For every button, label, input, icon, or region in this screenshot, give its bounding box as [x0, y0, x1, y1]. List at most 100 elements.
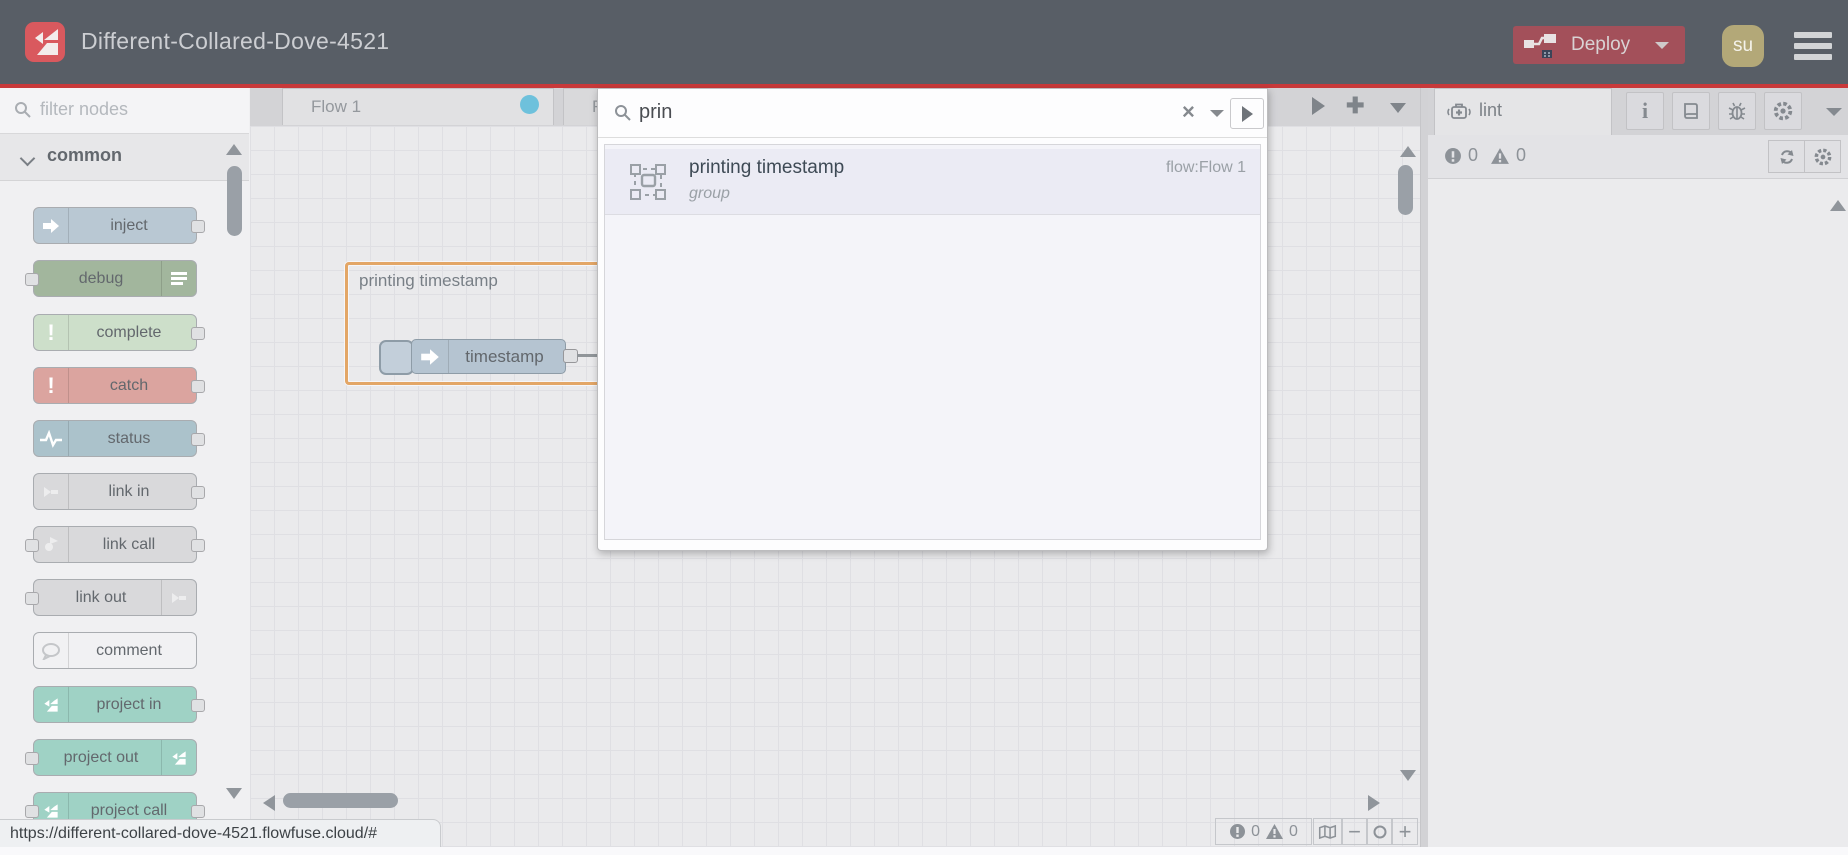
lint-error-count: 0 [1444, 145, 1478, 166]
output-port[interactable] [563, 349, 578, 363]
canvas-hscrollbar-thumb[interactable] [283, 793, 398, 808]
deploy-button[interactable]: Deploy [1513, 26, 1685, 64]
search-icon [615, 105, 631, 121]
tab-scroll-right-icon[interactable] [1312, 97, 1325, 115]
sidebar-tab-lint[interactable]: lint [1434, 88, 1612, 135]
canvas-scroll-right-icon[interactable] [1368, 795, 1380, 811]
sidebar-help-button[interactable] [1672, 92, 1710, 130]
node-red-editor: Different-Collared-Dove-4521 Deploy su f… [0, 0, 1848, 855]
right-sidebar: lint i 0 0 [1428, 88, 1848, 855]
error-circle-icon [1230, 824, 1246, 839]
palette-category-common[interactable]: common [0, 134, 249, 181]
palette-node-project-out[interactable]: project out [25, 739, 197, 776]
lint-summary-bar: 0 0 [1428, 135, 1848, 179]
zoom-in-button[interactable]: + [1392, 818, 1418, 845]
status-url: https://different-collared-dove-4521.flo… [10, 825, 378, 842]
browser-edge [0, 847, 1848, 855]
main-menu-button[interactable] [1794, 32, 1832, 60]
search-options-caret-icon[interactable] [1210, 110, 1224, 124]
palette-node-status[interactable]: status [33, 420, 205, 457]
search-next-button[interactable] [1230, 98, 1264, 129]
input-port[interactable] [25, 591, 39, 605]
deploy-options-caret-icon[interactable] [1655, 42, 1669, 56]
flow-list-caret-icon[interactable] [1390, 103, 1406, 113]
inject-trigger-button[interactable] [379, 340, 414, 375]
flowfuse-logo-glyph [35, 29, 58, 55]
canvas-scroll-up-icon[interactable] [1400, 146, 1416, 157]
search-query-text: prin [639, 101, 673, 123]
palette-node-inject[interactable]: inject [33, 207, 205, 244]
instance-title: Different-Collared-Dove-4521 [81, 28, 390, 54]
input-port[interactable] [25, 751, 39, 765]
lint-refresh-button[interactable] [1768, 140, 1805, 173]
output-port[interactable] [191, 485, 205, 499]
palette-filter-placeholder: filter nodes [40, 99, 129, 119]
deploy-icon [1524, 34, 1556, 58]
exclamation-icon: ! [34, 368, 69, 403]
output-port[interactable] [191, 698, 205, 712]
palette-node-link-in[interactable]: link in [33, 473, 205, 510]
info-icon: i [1641, 98, 1649, 123]
palette-node-catch[interactable]: ! catch [33, 367, 205, 404]
output-port[interactable] [191, 804, 205, 818]
zoom-out-button[interactable]: − [1342, 818, 1367, 845]
palette-node-complete[interactable]: ! complete [33, 314, 205, 351]
palette-filter-input[interactable]: filter nodes [0, 88, 249, 134]
lint-warning-count: 0 [1490, 145, 1526, 166]
gear-icon [1814, 148, 1831, 165]
zoom-reset-button[interactable] [1367, 818, 1392, 845]
lint-settings-button[interactable] [1804, 140, 1841, 173]
warning-triangle-icon [1266, 824, 1283, 839]
add-flow-button[interactable]: ✚ [1346, 94, 1364, 118]
sidebar-tab-bar: lint i [1428, 88, 1848, 136]
inject-arrow-icon [412, 340, 449, 373]
input-port[interactable] [25, 272, 39, 286]
canvas-vscrollbar-thumb[interactable] [1398, 165, 1413, 215]
user-avatar[interactable]: su [1722, 25, 1764, 67]
book-icon [1684, 103, 1698, 119]
palette-node-link-out[interactable]: link out [25, 579, 197, 616]
canvas-notification-counts[interactable]: 0 0 [1215, 818, 1312, 845]
palette-node-project-in[interactable]: project in [33, 686, 205, 723]
output-port[interactable] [191, 219, 205, 233]
output-port[interactable] [191, 432, 205, 446]
output-port[interactable] [191, 379, 205, 393]
result-flow-ref: flow:Flow 1 [1165, 159, 1246, 176]
palette-scrollbar-thumb[interactable] [227, 166, 242, 236]
result-title: printing timestamp [689, 157, 845, 178]
navigator-button[interactable] [1313, 818, 1342, 845]
flowfuse-icon [161, 740, 196, 775]
palette-node-link-call[interactable]: link call [25, 526, 205, 563]
palette-node-comment[interactable]: comment [33, 632, 197, 669]
search-dialog: prin × printing timestamp flow:Flow 1 gr… [597, 88, 1268, 551]
link-arrow-icon [34, 474, 69, 509]
inject-arrow-icon [34, 208, 69, 243]
output-port[interactable] [191, 326, 205, 340]
palette-node-debug[interactable]: debug [25, 260, 197, 297]
sidebar-info-button[interactable]: i [1626, 92, 1664, 130]
input-port[interactable] [25, 804, 39, 818]
sidebar-options-caret-icon[interactable] [1826, 108, 1842, 124]
flowfuse-icon [34, 687, 69, 722]
inject-node-timestamp[interactable]: timestamp [411, 339, 566, 374]
palette-scroll-down-icon[interactable] [226, 788, 242, 799]
browser-status-bubble: https://different-collared-dove-4521.flo… [0, 819, 441, 848]
header-bar: Different-Collared-Dove-4521 Deploy su [0, 0, 1848, 84]
comment-bubble-icon [34, 633, 69, 668]
output-port[interactable] [191, 538, 205, 552]
menu-bar-icon [1794, 54, 1832, 60]
canvas-scroll-left-icon[interactable] [263, 795, 275, 811]
bug-icon [1728, 102, 1746, 120]
palette-scroll-up-icon[interactable] [226, 144, 242, 155]
tab-flow-1[interactable]: Flow 1 [282, 88, 554, 125]
canvas-scroll-down-icon[interactable] [1400, 770, 1416, 781]
flowfuse-logo [25, 22, 65, 62]
sidebar-scroll-up-icon[interactable] [1830, 200, 1846, 211]
search-input[interactable]: prin × [598, 89, 1267, 138]
sidebar-debug-button[interactable] [1718, 92, 1756, 130]
input-port[interactable] [25, 538, 39, 552]
search-result-item[interactable]: printing timestamp flow:Flow 1 group [605, 149, 1260, 215]
zoom-reset-circle-icon [1373, 825, 1386, 838]
clear-search-icon[interactable]: × [1182, 99, 1195, 125]
sidebar-config-button[interactable] [1764, 92, 1802, 130]
